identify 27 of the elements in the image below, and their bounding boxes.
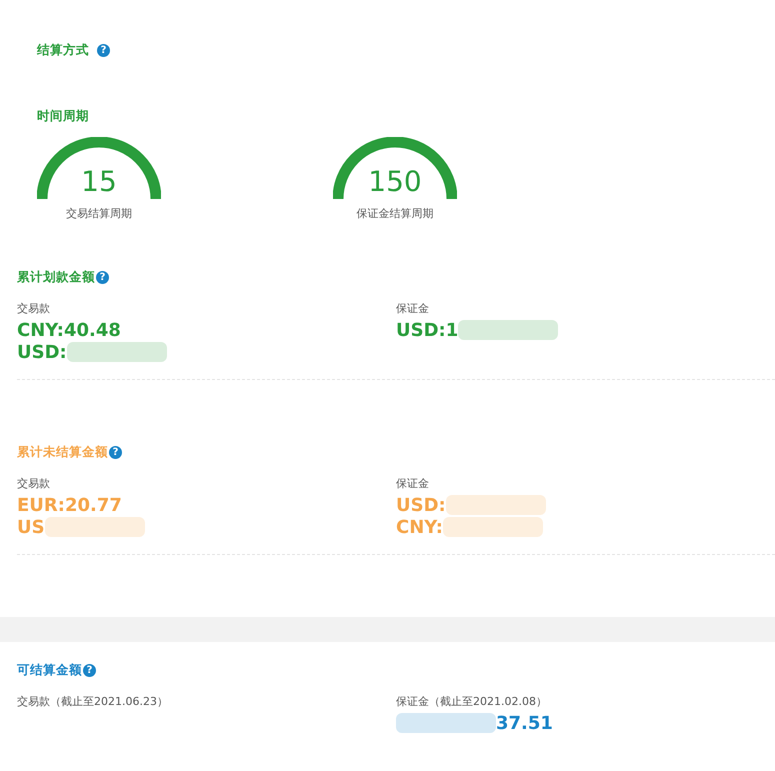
amount-label: 交易款: [17, 301, 50, 316]
section-title: 可结算金额: [17, 662, 82, 678]
section-title: 结算方式: [37, 42, 89, 58]
amount-label: 保证金: [396, 301, 429, 316]
amount-value: EUR:20.77: [17, 494, 122, 516]
amount-label: 交易款: [17, 476, 50, 491]
amount-value: 37.51: [496, 712, 553, 734]
help-icon[interactable]: ?: [83, 664, 96, 676]
amount-value: USD:1: [396, 320, 458, 340]
section-title: 时间周期: [37, 108, 89, 124]
help-icon[interactable]: ?: [97, 44, 110, 56]
amount-value: USD:: [396, 494, 446, 516]
gauge-value: 15: [80, 165, 118, 199]
amount-value: US: [17, 516, 45, 538]
amount-label: 交易款（截止至2021.06.23）: [17, 694, 168, 709]
amount-label: 保证金: [396, 476, 429, 491]
help-icon[interactable]: ?: [96, 270, 109, 284]
section-title: 累计未结算金额: [17, 444, 108, 460]
amount-value: USD:: [17, 342, 67, 362]
gauge-label: 交易结算周期: [66, 206, 132, 221]
amount-label: 保证金（截止至2021.02.08）: [396, 694, 547, 709]
section-title: 累计划款金额: [17, 268, 95, 286]
help-icon[interactable]: ?: [109, 446, 122, 458]
gauge-label: 保证金结算周期: [356, 206, 434, 221]
amount-value: CNY:: [396, 516, 443, 538]
gauge-value: 150: [367, 165, 423, 199]
amount-value: CNY:40.48: [17, 320, 121, 340]
